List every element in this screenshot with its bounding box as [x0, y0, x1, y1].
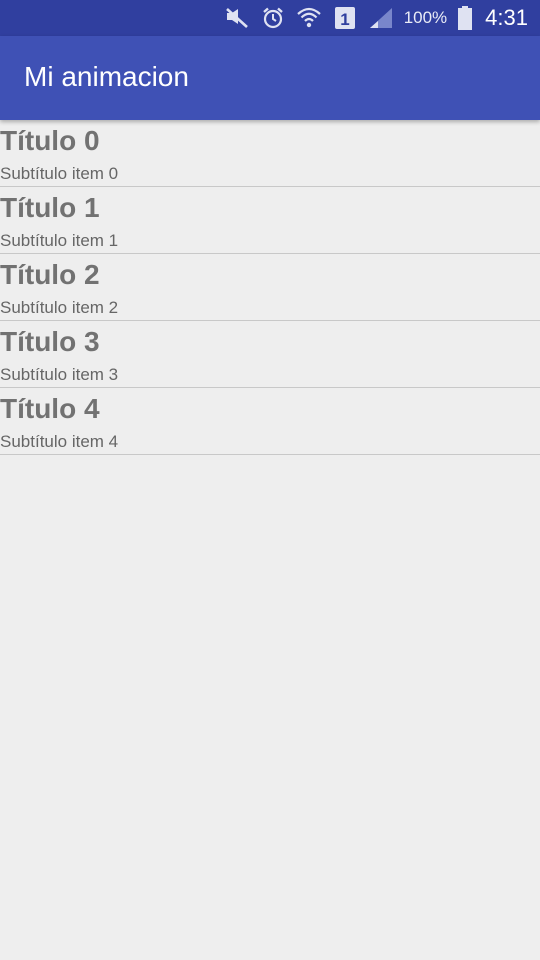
list-item[interactable]: Título 2 Subtítulo item 2: [0, 254, 540, 321]
battery-icon: [457, 5, 473, 31]
wifi-icon: [296, 5, 322, 31]
list-item[interactable]: Título 3 Subtítulo item 3: [0, 321, 540, 388]
sim-slot-label: 1: [340, 10, 349, 29]
list-item[interactable]: Título 0 Subtítulo item 0: [0, 120, 540, 187]
item-subtitle: Subtítulo item 4: [0, 432, 119, 451]
item-title: Título 1: [0, 192, 100, 223]
list-item[interactable]: Título 4 Subtítulo item 4: [0, 388, 540, 455]
battery-percent: 100%: [403, 8, 448, 27]
app-bar: Mi animacion: [0, 36, 540, 120]
item-subtitle: Subtítulo item 2: [0, 298, 119, 317]
item-subtitle: Subtítulo item 0: [0, 164, 119, 183]
item-subtitle: Subtítulo item 1: [0, 231, 119, 250]
sim-icon: 1: [332, 5, 358, 31]
item-subtitle: Subtítulo item 3: [0, 365, 119, 384]
clock-time: 4:31: [485, 5, 528, 30]
status-icons: 1 100% 4:31: [224, 0, 528, 36]
list-item[interactable]: Título 1 Subtítulo item 1: [0, 187, 540, 254]
item-title: Título 0: [0, 125, 100, 156]
item-list: Título 0 Subtítulo item 0 Título 1 Subtí…: [0, 120, 540, 455]
alarm-icon: [260, 5, 286, 31]
signal-icon: [368, 5, 394, 31]
item-title: Título 2: [0, 259, 100, 290]
mute-icon: [224, 5, 250, 31]
item-title: Título 4: [0, 393, 100, 424]
page-title: Mi animacion: [24, 61, 189, 92]
status-bar: 1 100% 4:31: [0, 0, 540, 36]
item-title: Título 3: [0, 326, 100, 357]
